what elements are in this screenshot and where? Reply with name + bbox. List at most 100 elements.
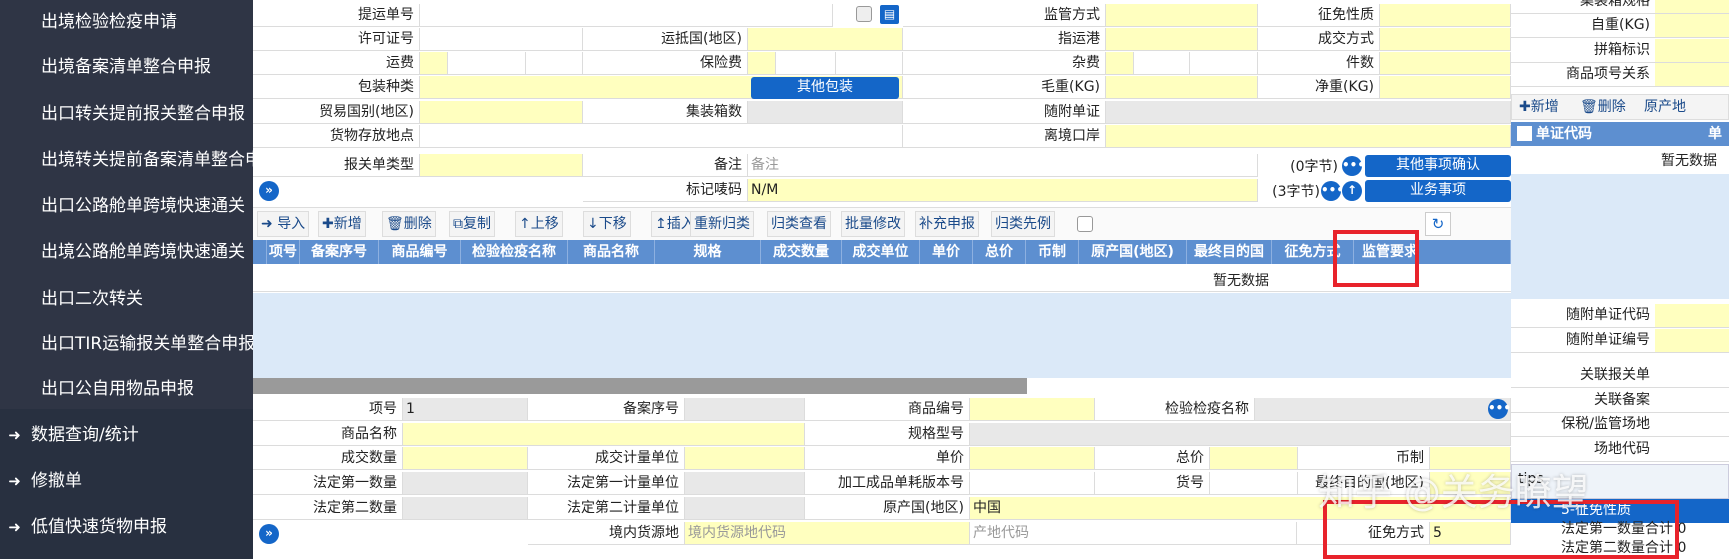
reclassify-button[interactable]: 重新归类 xyxy=(690,211,754,237)
chengjiaofangshi-input[interactable] xyxy=(1380,28,1511,51)
baoshui-input[interactable] xyxy=(1655,413,1729,437)
grid-header[interactable]: 备案序号 xyxy=(300,240,379,264)
jiagong-input[interactable] xyxy=(970,472,1095,495)
grid-header[interactable]: 币制 xyxy=(1026,240,1079,264)
baoguandanleixing-input[interactable] xyxy=(420,154,583,177)
jianguanfangshi-input[interactable] xyxy=(1106,4,1258,27)
classify-view-button[interactable]: 归类查看 xyxy=(767,211,831,237)
jingneihuoyuan-input[interactable]: 境内货源地代码 xyxy=(685,522,970,545)
sidebar-section-revoke[interactable]: ➜ 修撤单 xyxy=(6,466,82,496)
business-matters-button[interactable]: 业务事项 xyxy=(1365,180,1511,202)
supplement-button[interactable]: 补充申报 xyxy=(915,211,979,237)
beizhu-input[interactable]: 备注 xyxy=(748,154,1258,177)
move-up-button[interactable]: ↑上移 xyxy=(515,211,563,237)
grid-header[interactable]: 项号 xyxy=(267,240,300,264)
horizontal-scrollbar[interactable] xyxy=(253,378,1027,394)
more-icon[interactable]: ••• xyxy=(1342,156,1365,176)
changdi-input[interactable] xyxy=(1655,438,1729,462)
baoxianfei-mark[interactable] xyxy=(748,52,776,75)
yunfei-currency[interactable] xyxy=(526,52,583,75)
yunfei-mark[interactable] xyxy=(420,52,448,75)
sidebar-item[interactable]: 出境备案清单整合申报 xyxy=(41,52,211,82)
grid-header[interactable]: 征免方式 xyxy=(1272,240,1354,264)
refresh-icon[interactable]: ↻ xyxy=(1425,212,1451,236)
grid-header[interactable]: 监管要求 xyxy=(1354,240,1511,264)
zhengmianfangshi-input[interactable]: 5 xyxy=(1430,522,1511,545)
add-button[interactable]: ✚新增 xyxy=(318,211,366,237)
upload-icon[interactable]: ↑ xyxy=(1342,181,1362,201)
jizhuangxiangguige-input[interactable] xyxy=(1655,0,1729,14)
maoyiguobie-input[interactable] xyxy=(420,101,583,124)
checkbox[interactable] xyxy=(856,6,872,22)
origin-button[interactable]: 原产地 xyxy=(1641,95,1689,121)
expand-icon[interactable]: » xyxy=(259,181,279,201)
biaojimatou-input[interactable]: N/M xyxy=(748,179,1258,202)
more-icon[interactable]: ••• xyxy=(1321,181,1344,201)
tiyundan-input[interactable] xyxy=(420,4,833,27)
grid-header[interactable]: 单证代码 xyxy=(1536,126,1592,142)
zongjia-input[interactable] xyxy=(1210,447,1298,470)
toolbar-checkbox[interactable] xyxy=(1077,216,1093,232)
maozhong-input[interactable] xyxy=(1106,76,1258,99)
move-down-button[interactable]: ↓下移 xyxy=(583,211,631,237)
grid-header[interactable]: 总价 xyxy=(973,240,1026,264)
huowucunfang-input[interactable] xyxy=(420,125,903,148)
document-icon[interactable]: ▤ xyxy=(880,5,899,24)
sidebar-item[interactable]: 出口公路舱单跨境快速通关 xyxy=(41,191,245,221)
precedent-button[interactable]: 归类先例 xyxy=(991,211,1055,237)
sidebar-item[interactable]: 出境检验检疫申请 xyxy=(41,7,177,37)
xukezheng-input[interactable] xyxy=(420,28,583,51)
grid-header[interactable]: 最终目的国 xyxy=(1187,240,1272,264)
grid-header[interactable]: 成交数量 xyxy=(761,240,842,264)
sidebar-section-lowvalue[interactable]: ➜ 低值快速货物申报 xyxy=(6,512,167,542)
import-button[interactable]: ➜ 导入 xyxy=(257,211,310,237)
yundiguo-input[interactable] xyxy=(748,28,903,51)
zafei-currency[interactable] xyxy=(1190,52,1258,75)
zizhong-input[interactable] xyxy=(1655,14,1729,38)
chengjiaojiliang-input[interactable] xyxy=(685,447,805,470)
guanlianbaoguan-input[interactable] xyxy=(1655,364,1729,388)
grid-header[interactable]: 商品名称 xyxy=(568,240,655,264)
more-icon[interactable]: ••• xyxy=(1488,399,1511,419)
yuanchanguo-input[interactable]: 中国 xyxy=(970,497,1511,520)
bizhi-input[interactable] xyxy=(1430,447,1511,470)
sidebar-item[interactable]: 出口转关提前报关整合申报 xyxy=(41,99,245,129)
copy-button[interactable]: ⧉复制 xyxy=(449,211,495,237)
grid-header[interactable]: 检验检疫名称 xyxy=(461,240,568,264)
suifubianhao-input[interactable] xyxy=(1655,329,1729,353)
danjia-input[interactable] xyxy=(970,447,1095,470)
baoxianfei-rate[interactable] xyxy=(776,52,836,75)
sidebar-item[interactable]: 出境转关提前备案清单整合申报 xyxy=(41,145,253,175)
guanlianbeian-input[interactable] xyxy=(1655,389,1729,413)
grid-header[interactable]: 规格 xyxy=(655,240,761,264)
zhengmianxingzhi-input[interactable] xyxy=(1380,4,1511,27)
lijingkouan-input[interactable] xyxy=(1106,125,1511,148)
other-matters-confirm-button[interactable]: 其他事项确认 xyxy=(1365,155,1511,177)
sidebar-item[interactable]: 出境公路舱单跨境快速通关 xyxy=(41,237,245,267)
grid-header-checkbox[interactable] xyxy=(1517,126,1532,141)
grid-header[interactable]: 原产国(地区) xyxy=(1079,240,1187,264)
sidebar-section-query[interactable]: ➜ 数据查询/统计 xyxy=(6,420,139,450)
grid-header[interactable]: 成交单位 xyxy=(842,240,920,264)
cert-delete-button[interactable]: 🗑删除 xyxy=(1577,95,1629,121)
sidebar-item[interactable]: 出口TIR运输报关单整合申报 xyxy=(41,329,253,359)
shangpinbianhao-input[interactable] xyxy=(970,398,1095,421)
suifudaima-input[interactable] xyxy=(1655,304,1729,328)
pinxiang-input[interactable] xyxy=(1655,39,1729,63)
grid-header[interactable]: 单价 xyxy=(920,240,973,264)
zafei-rate[interactable] xyxy=(1134,52,1190,75)
sidebar-item[interactable]: 出口二次转关 xyxy=(41,284,143,314)
batch-edit-button[interactable]: 批量修改 xyxy=(841,211,905,237)
other-packaging-button[interactable]: 其他包装 xyxy=(751,77,899,99)
yunfei-rate[interactable] xyxy=(448,52,526,75)
cert-add-button[interactable]: ✚新增 xyxy=(1516,95,1562,121)
sidebar-item[interactable]: 出口公自用物品申报 xyxy=(41,374,194,404)
chandi-input[interactable]: 产地代码 xyxy=(970,522,1297,545)
zhiyungang-input[interactable] xyxy=(1106,28,1258,51)
delete-button[interactable]: 🗑删除 xyxy=(382,211,436,237)
shangpinguanxi-input[interactable] xyxy=(1655,63,1729,87)
baoxianfei-currency[interactable] xyxy=(836,52,903,75)
chengjiaoshuliang-input[interactable] xyxy=(403,447,528,470)
grid-header[interactable]: 商品编号 xyxy=(379,240,461,264)
grid-header-checkbox[interactable] xyxy=(253,240,267,264)
